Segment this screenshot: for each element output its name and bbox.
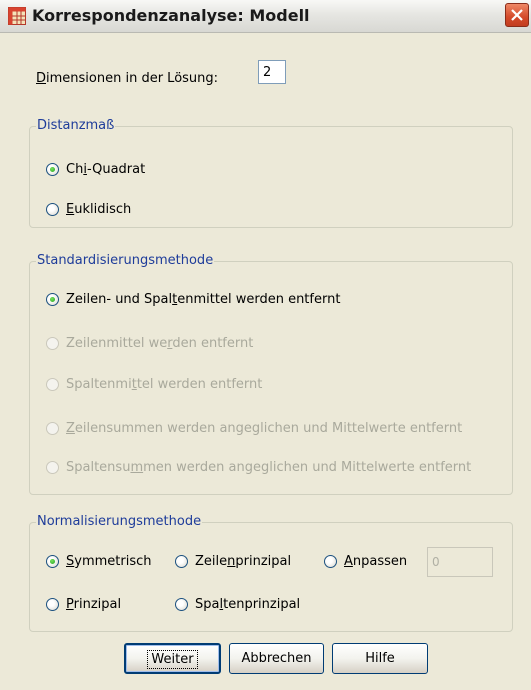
title-bar[interactable]: Korrespondenzanalyse: Modell xyxy=(0,0,531,33)
row-principal-label[interactable]: Zeilenprinzipal xyxy=(195,554,291,569)
custom-radio[interactable] xyxy=(324,555,337,568)
column-principal-radio[interactable] xyxy=(175,598,188,611)
std-row-col-means-radio[interactable] xyxy=(46,293,59,306)
column-principal-label[interactable]: Spaltenprinzipal xyxy=(195,597,300,612)
chi-square-label[interactable]: Chi-Quadrat xyxy=(66,162,145,177)
euclidean-label[interactable]: Euklidisch xyxy=(66,202,131,217)
symmetrical-label[interactable]: Symmetrisch xyxy=(66,554,152,569)
std-row-means-label: Zeilenmittel werden entfernt xyxy=(66,336,254,351)
cancel-button[interactable]: Abbrechen xyxy=(229,643,324,674)
help-button[interactable]: Hilfe xyxy=(332,643,428,674)
chi-square-radio[interactable] xyxy=(46,163,59,176)
close-icon xyxy=(511,9,523,21)
std-row-totals-radio[interactable] xyxy=(46,422,59,435)
dimensions-input[interactable]: 2 xyxy=(258,60,286,84)
row-principal-radio[interactable] xyxy=(175,555,188,568)
principal-radio[interactable] xyxy=(46,598,59,611)
distance-legend: Distanzmaß xyxy=(36,118,116,133)
dialog-window: Korrespondenzanalyse: Modell Dimensionen… xyxy=(0,0,531,690)
euclidean-radio[interactable] xyxy=(46,203,59,216)
std-col-totals-radio[interactable] xyxy=(46,461,59,474)
normalization-legend: Normalisierungsmethode xyxy=(36,514,203,529)
std-col-totals-label: Spaltensummen werden angeglichen und Mit… xyxy=(66,460,472,475)
standardization-legend: Standardisierungsmethode xyxy=(36,253,215,268)
continue-button[interactable]: Weiter xyxy=(124,643,221,674)
window-title: Korrespondenzanalyse: Modell xyxy=(32,6,310,25)
table-icon xyxy=(8,7,26,25)
principal-label[interactable]: Prinzipal xyxy=(66,597,121,612)
std-row-col-means-label[interactable]: Zeilen- und Spaltenmittel werden entfern… xyxy=(66,292,340,307)
custom-value-input[interactable]: 0 xyxy=(427,547,493,577)
std-row-totals-label: Zeilensummen werden angeglichen und Mitt… xyxy=(66,421,463,436)
std-col-means-label: Spaltenmittel werden entfernt xyxy=(66,377,263,392)
normalization-group: Normalisierungsmethode xyxy=(29,514,513,632)
dimensions-label: Dimensionen in der Lösung: xyxy=(36,71,219,86)
custom-label[interactable]: Anpassen xyxy=(344,554,407,569)
close-button[interactable] xyxy=(505,3,529,27)
std-row-means-radio[interactable] xyxy=(46,337,59,350)
std-col-means-radio[interactable] xyxy=(46,378,59,391)
symmetrical-radio[interactable] xyxy=(46,555,59,568)
